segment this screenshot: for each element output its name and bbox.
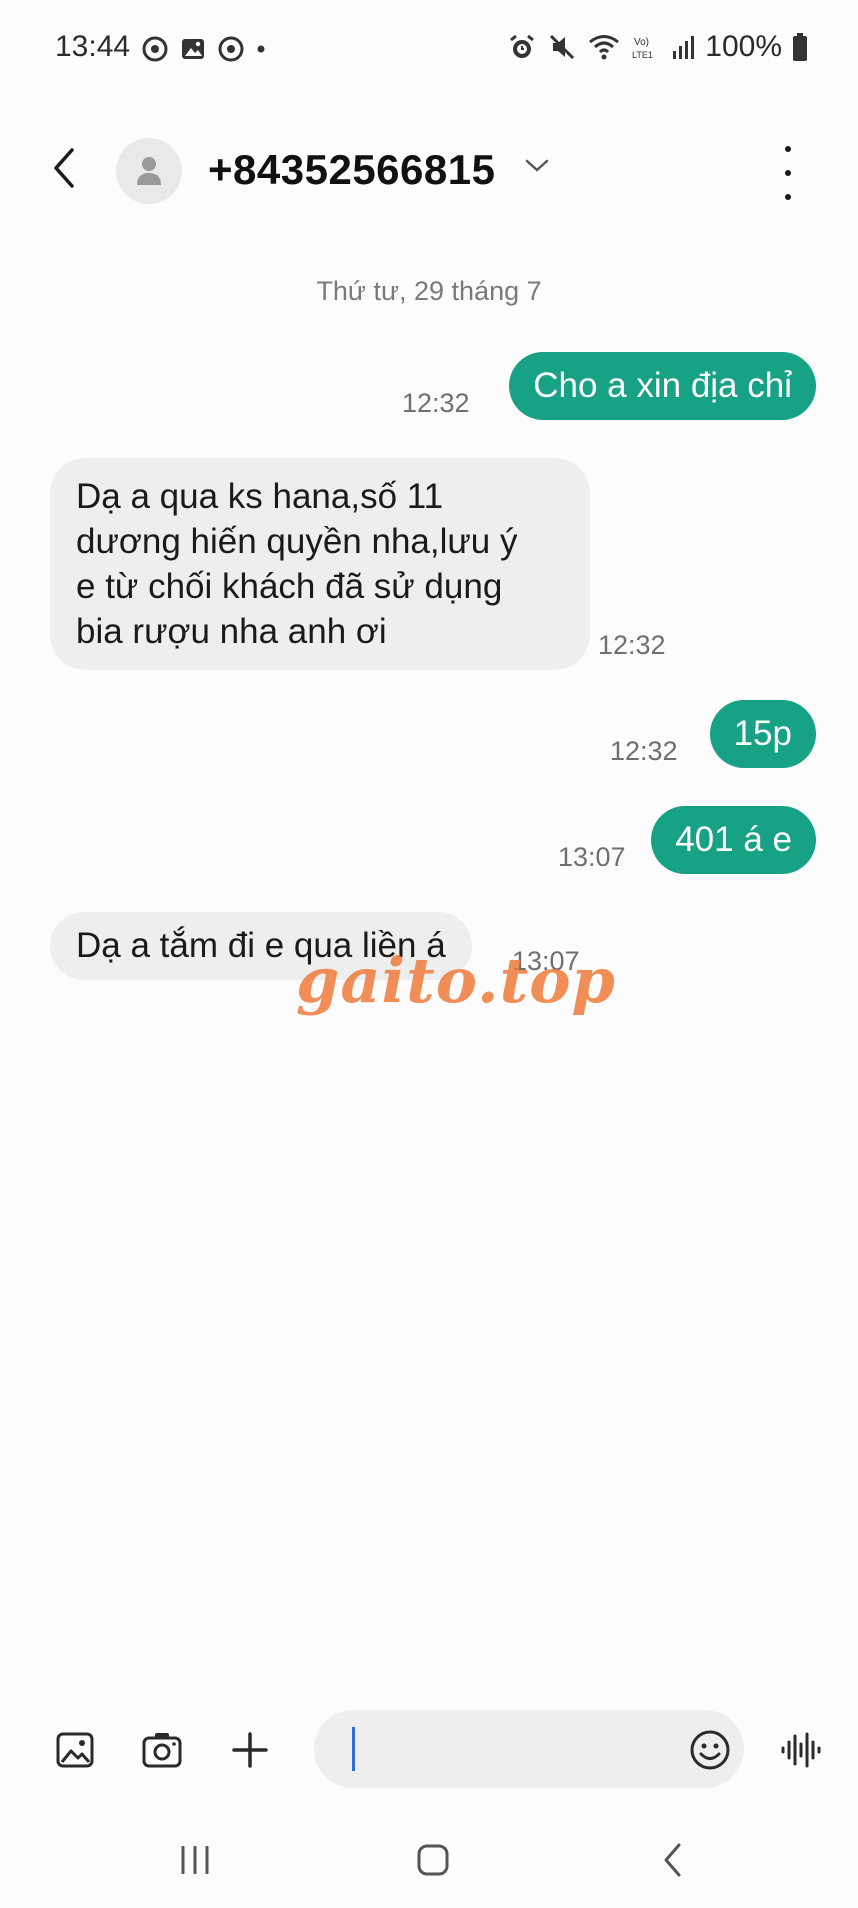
chrome-icon	[142, 36, 168, 62]
message-input[interactable]	[314, 1710, 744, 1788]
more-vertical-icon	[785, 146, 791, 152]
outgoing-message-bubble[interactable]: 401 á e	[651, 806, 816, 874]
contact-name[interactable]: +84352566815	[208, 146, 495, 194]
wifi-icon	[589, 35, 620, 60]
volte-icon: Vo) LTE1	[632, 37, 653, 60]
gallery-button[interactable]	[47, 1722, 103, 1778]
camera-icon	[142, 1733, 182, 1768]
message-time: 12:32	[610, 736, 678, 766]
svg-text:Vo): Vo)	[634, 37, 649, 48]
watermark: gaito.top	[296, 944, 616, 1017]
message-line: Dạ a qua ks hana,số 11	[76, 477, 444, 516]
nav-back-icon	[664, 1843, 681, 1877]
date-separator: Thứ tư, 29 tháng 7	[316, 276, 542, 306]
status-left-icons	[142, 36, 266, 62]
home-button[interactable]	[398, 1832, 468, 1888]
dot-icon	[257, 45, 265, 53]
voice-wave-icon	[781, 1732, 821, 1768]
text-cursor	[352, 1727, 355, 1771]
voice-input-button[interactable]	[772, 1722, 828, 1778]
plus-icon	[232, 1732, 268, 1768]
battery-icon	[793, 33, 807, 61]
message-time: 13:07	[558, 842, 626, 872]
outgoing-message-bubble[interactable]: Cho a xin địa chỉ	[509, 352, 816, 420]
recents-button[interactable]	[160, 1832, 230, 1888]
gallery-icon	[56, 1732, 94, 1768]
alarm-icon	[510, 34, 535, 58]
message-line: dương hiến quyền nha,lưu ý	[76, 522, 518, 561]
outgoing-message-bubble[interactable]: 15p	[709, 700, 816, 768]
more-options-button[interactable]	[770, 146, 806, 200]
signal-icon	[673, 36, 695, 59]
message-time: 12:32	[598, 630, 666, 660]
message-line: e từ chối khách đã sử dụng	[76, 567, 503, 606]
avatar[interactable]	[116, 138, 182, 204]
add-attachment-button[interactable]	[222, 1722, 278, 1778]
back-arrow-icon	[54, 148, 74, 188]
nav-back-button[interactable]	[638, 1832, 708, 1888]
back-button[interactable]	[42, 140, 86, 196]
svg-text:LTE1: LTE1	[632, 50, 653, 60]
mute-icon	[550, 34, 575, 60]
camera-button[interactable]	[134, 1722, 190, 1778]
home-icon	[417, 1844, 449, 1876]
status-time: 13:44	[55, 30, 131, 63]
message-line: bia rượu nha anh ơi	[76, 612, 387, 651]
emoji-icon	[690, 1730, 730, 1770]
gallery-icon	[182, 39, 204, 59]
battery-percent: 100%	[705, 30, 782, 63]
recents-icon	[181, 1846, 209, 1874]
status-right: Vo) LTE1 100%	[507, 30, 808, 64]
chevron-down-icon	[525, 159, 549, 172]
contact-dropdown-button[interactable]	[524, 158, 550, 179]
incoming-message-bubble[interactable]: Dạ a qua ks hana,số 11 dương hiến quyền …	[50, 458, 590, 670]
chrome-icon	[218, 36, 244, 62]
person-icon	[137, 157, 161, 185]
emoji-button[interactable]	[682, 1722, 738, 1778]
message-time: 12:32	[402, 388, 470, 418]
